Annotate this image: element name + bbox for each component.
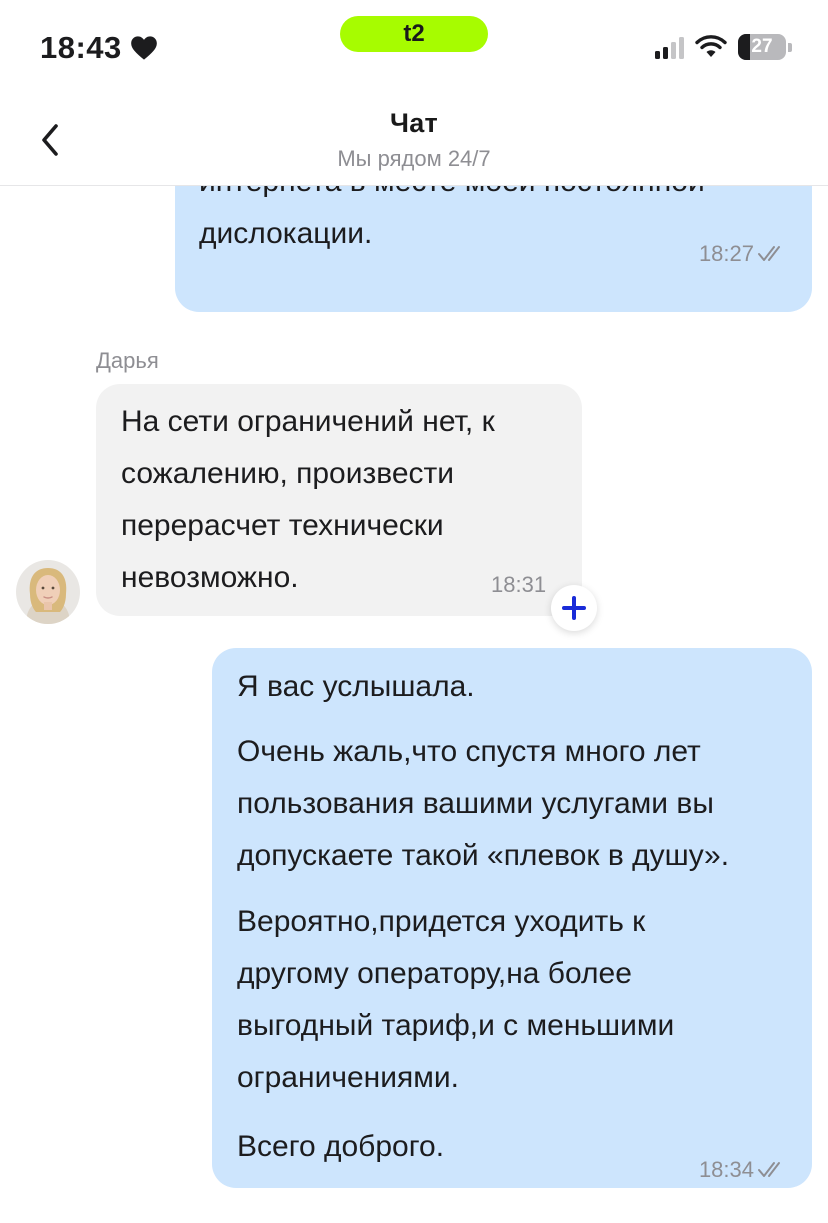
plus-icon — [562, 596, 586, 620]
double-check-icon — [758, 1162, 780, 1177]
chat-header: Чат Мы рядом 24/7 — [0, 100, 828, 186]
double-check-icon — [758, 246, 780, 261]
message-line: перерасчет технически — [121, 509, 444, 542]
message-outgoing[interactable]: Я вас услышала. Очень жаль,что спустя мн… — [212, 648, 812, 1188]
message-line: допускаете такой «плевок в душу». — [237, 839, 730, 872]
clock: 18:43 — [40, 30, 122, 65]
signal-icon — [655, 35, 684, 59]
battery-icon: 27 — [738, 34, 786, 60]
wifi-icon — [695, 35, 727, 57]
message-line: ограничениями. — [237, 1061, 459, 1094]
battery-tip — [788, 42, 792, 52]
message-paragraph: Вероятно,придется уходить к другому опер… — [237, 896, 802, 1104]
status-bar: 18:43 t2 27 — [0, 0, 828, 100]
battery-level: 27 — [751, 36, 773, 57]
sender-name: Дарья — [96, 348, 159, 373]
message-line: выгодный тариф,и с меньшими — [237, 1009, 675, 1042]
page-title: Чат — [389, 108, 439, 138]
message-time-label: 18:31 — [491, 572, 547, 597]
message-line: сожалению, произвести — [121, 457, 455, 490]
message-outgoing[interactable]: интернета в месте моей постоянной дислок… — [175, 186, 812, 312]
status-icons: 27 — [655, 34, 792, 60]
message-time-label: 18:27 — [698, 241, 754, 266]
message-line: другому оператору,на более — [237, 957, 632, 990]
message-line: интернета в месте моей постоянной — [199, 186, 799, 208]
message-time: 18:31 — [491, 572, 546, 598]
chat-list[interactable]: интернета в месте моей постоянной дислок… — [0, 186, 828, 1223]
message-line: Я вас услышала. — [237, 670, 475, 703]
page-subtitle: Мы рядом 24/7 — [337, 146, 491, 171]
message-paragraph: Очень жаль,что спустя много лет пользова… — [237, 726, 802, 882]
carrier-label: t2 — [403, 20, 425, 47]
message-time: 18:27 — [699, 228, 786, 280]
message-time: 18:34 — [699, 1144, 786, 1196]
avatar-image — [16, 560, 80, 624]
message-paragraph: Я вас услышала. — [237, 661, 802, 713]
message-line: пользования вашими услугами вы — [237, 787, 714, 820]
carrier-pill[interactable]: t2 — [340, 16, 488, 52]
add-reaction-button[interactable] — [551, 585, 597, 631]
message-line: На сети ограничений нет, к — [121, 405, 495, 438]
avatar[interactable] — [16, 560, 80, 624]
message-line: Вероятно,придется уходить к — [237, 905, 646, 938]
heart-icon — [130, 36, 157, 60]
message-line: Очень жаль,что спустя много лет — [237, 735, 701, 768]
status-time: 18:43 — [40, 30, 158, 66]
message-time-label: 18:34 — [698, 1157, 754, 1182]
